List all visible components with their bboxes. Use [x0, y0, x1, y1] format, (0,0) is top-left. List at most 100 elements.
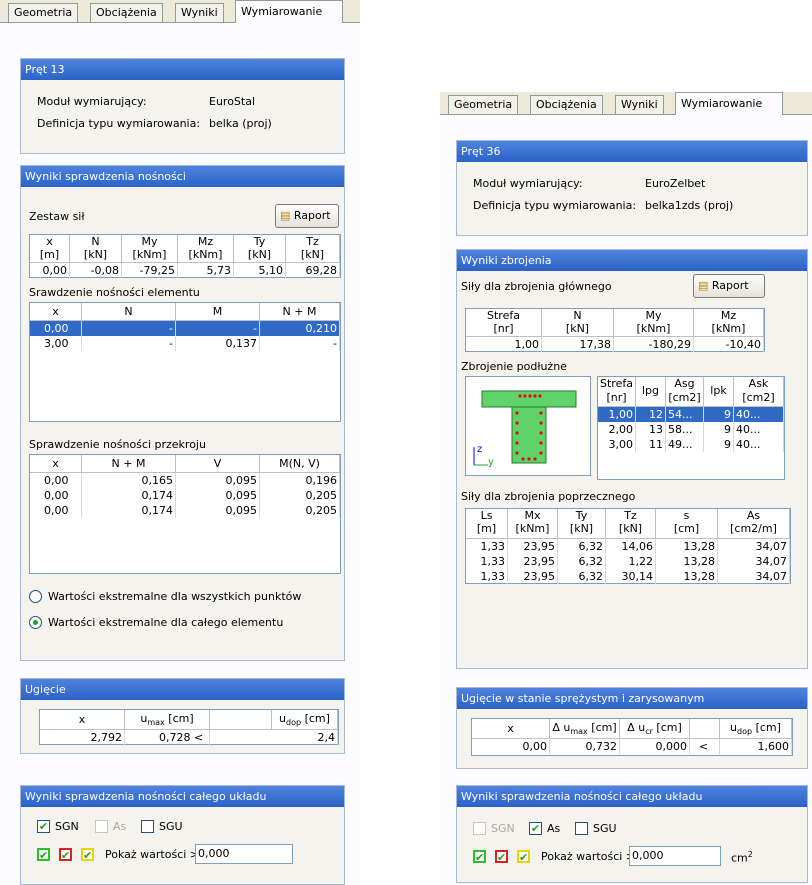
main-forces-row[interactable]: 1,00 17,38 -180,29 -10,40 [466, 337, 764, 352]
element-check-label: Srawdzenie nośności elementu [29, 286, 200, 299]
raport-button[interactable]: ▤ Raport [275, 204, 339, 228]
forces-header-x: x [m] [30, 235, 70, 263]
udop-u: u [730, 721, 738, 734]
show-values-input[interactable]: 0,000 [629, 846, 721, 866]
radio-whole-element[interactable] [29, 616, 42, 629]
long-row[interactable]: 1,00 12 54... 9 40... [598, 407, 784, 422]
green-filter-checkbox[interactable]: ✔ [37, 848, 50, 861]
forces-header-n: N [kN] [70, 235, 122, 263]
trans-row[interactable]: 1,33 23,95 6,32 30,14 13,28 34,07 [466, 569, 790, 584]
trans-header-s: s [cm] [656, 509, 718, 539]
cell: 0,095 [176, 503, 260, 518]
cell: 1,33 [466, 569, 508, 584]
section-grid[interactable]: x N + M V M(N, V) 0,00 0,165 0,095 0,196… [29, 454, 341, 574]
tab-wyniki[interactable]: Wyniki [615, 95, 664, 114]
element-row[interactable]: 0,00 - - 0,210 [30, 321, 340, 336]
umax-sub: max [147, 718, 165, 728]
as-checkbox[interactable]: ✔ [529, 822, 542, 835]
section-row[interactable]: 0,00 0,165 0,095 0,196 [30, 473, 340, 488]
cell: 6,32 [558, 539, 606, 554]
main-header-my: My [kNm] [614, 309, 694, 337]
element-grid[interactable]: x N M N + M 0,00 - - 0,210 3,00 - 0,137 … [29, 302, 341, 422]
cell: 34,07 [718, 569, 790, 584]
section-row[interactable]: 0,00 0,174 0,095 0,205 [30, 488, 340, 503]
main-forces-grid[interactable]: Strefa [nr] N [kN] My [kNm] Mz [kNm] 1,0… [465, 308, 765, 352]
yellow-filter-checkbox[interactable]: ✔ [517, 850, 530, 863]
tab-wyniki[interactable]: Wyniki [175, 3, 224, 22]
cell: 1,22 [606, 554, 656, 569]
cell: 1,33 [466, 539, 508, 554]
trans-header-ls: Ls [m] [466, 509, 508, 539]
sgu-checkbox[interactable] [575, 822, 588, 835]
section-header-v: V [176, 455, 260, 473]
sgn-checkbox[interactable]: ✔ [37, 820, 50, 833]
right-panel: Geometria Obciążenia Wyniki Wymiarowanie… [440, 92, 812, 884]
cell: 12 [636, 407, 666, 422]
forces-row[interactable]: 0,00 -0,08 -79,25 5,73 5,10 69,28 [30, 263, 340, 278]
tab-geometria[interactable]: Geometria [8, 3, 79, 22]
longitudinal-grid[interactable]: Strefa [nr] lpg Asg [cm2] lpk Ask [cm2] … [597, 376, 785, 480]
element-row[interactable]: 3,00 - 0,137 - [30, 336, 340, 351]
t-beam-section-icon [473, 390, 577, 466]
red-filter-checkbox[interactable]: ✔ [59, 848, 72, 861]
udop-sub: dop [286, 718, 302, 728]
cell: 9 [704, 422, 734, 437]
defl-header-udop: udop [cm] [720, 719, 792, 739]
cell: 1,00 [598, 407, 636, 422]
tab-geometria[interactable]: Geometria [448, 95, 519, 114]
cell: 1,600 [720, 739, 792, 754]
defl-header-x: x [472, 719, 550, 739]
cell: 34,07 [718, 554, 790, 569]
deflection-grid[interactable]: x Δ umax [cm] Δ ucr [cm] udop [cm] 0,00 … [471, 718, 793, 756]
show-values-input[interactable]: 0,000 [195, 844, 293, 864]
main-header-n: N [kN] [542, 309, 614, 337]
long-header-asg: Asg [cm2] [666, 377, 704, 407]
red-filter-checkbox[interactable]: ✔ [495, 850, 508, 863]
transverse-label: Siły dla zbrojenia poprzecznego [461, 490, 636, 503]
main-forces-label: Siły dla zbrojenia głównego [461, 280, 612, 293]
sgn-checkbox[interactable] [473, 822, 486, 835]
green-filter-checkbox[interactable]: ✔ [473, 850, 486, 863]
sgu-checkbox[interactable] [141, 820, 154, 833]
trans-row[interactable]: 1,33 23,95 6,32 14,06 13,28 34,07 [466, 539, 790, 554]
cell: - [82, 321, 176, 336]
forces-grid[interactable]: x [m] N [kN] My [kNm] Mz [kNm] Ty [kN] T… [29, 234, 341, 278]
long-header-ask: Ask [cm2] [734, 377, 784, 407]
cell: 6,32 [558, 569, 606, 584]
yellow-filter-checkbox[interactable]: ✔ [81, 848, 94, 861]
radio-all-points[interactable] [29, 590, 42, 603]
deflection-row[interactable]: 0,00 0,732 0,000 < 1,600 [472, 739, 792, 754]
transverse-grid[interactable]: Ls [m] Mx [kNm] Ty [kN] Tz [kN] s [cm] A… [465, 508, 791, 584]
deflection-grid[interactable]: x umax [cm] udop [cm] 2,792 0,728 < 2,4 [39, 709, 339, 745]
defl-header-udop: udop [cm] [272, 710, 338, 730]
section-row[interactable]: 0,00 0,174 0,095 0,205 [30, 503, 340, 518]
system-title: Wyniki sprawdzenia nośności całego układ… [457, 786, 807, 807]
bar-title: Pręt 13 [21, 59, 344, 80]
right-tabs: Geometria Obciążenia Wyniki Wymiarowanie [440, 92, 812, 115]
trans-row[interactable]: 1,33 23,95 6,32 1,22 13,28 34,07 [466, 554, 790, 569]
sgn-label: SGN [491, 822, 515, 835]
cross-section-drawing: z y [465, 376, 591, 476]
raport-button[interactable]: ▤ Raport [693, 274, 765, 298]
tab-obciazenia[interactable]: Obciążenia [90, 3, 163, 22]
cell: < [690, 739, 720, 754]
cell: 69,28 [286, 263, 340, 278]
cell: 0,732 [550, 739, 620, 754]
long-row[interactable]: 2,00 13 58... 9 40... [598, 422, 784, 437]
udop-unit: [cm] [752, 721, 781, 734]
defl-header-ucr: Δ ucr [cm] [620, 719, 690, 739]
tab-wymiarowanie[interactable]: Wymiarowanie [235, 0, 343, 23]
tab-obciazenia[interactable]: Obciążenia [530, 95, 603, 114]
section-check-label: Sprawdzenie nośności przekroju [29, 438, 206, 451]
ucr-u: Δ u [627, 721, 646, 734]
long-row[interactable]: 3,00 11 49... 9 40... [598, 437, 784, 452]
element-header-nm: N + M [260, 303, 340, 321]
defl-header-du: Δ umax [cm] [550, 719, 620, 739]
main-header-mz: Mz [kNm] [694, 309, 764, 337]
cell: 40... [734, 422, 784, 437]
cell: 0,00 [30, 473, 82, 488]
deflection-row[interactable]: 2,792 0,728 < 2,4 [40, 730, 338, 745]
as-checkbox[interactable] [95, 820, 108, 833]
definition-value: belka (proj) [209, 117, 272, 130]
tab-wymiarowanie[interactable]: Wymiarowanie [675, 92, 783, 115]
